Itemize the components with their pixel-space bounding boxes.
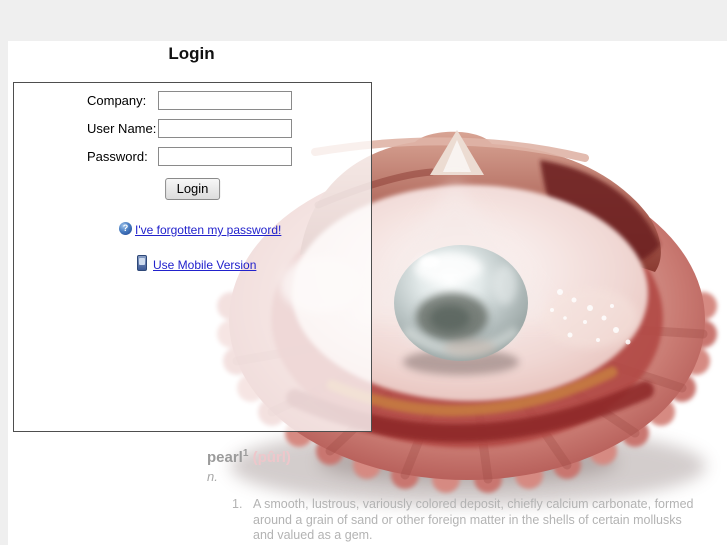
- login-form: Company: User Name: Password: Login ? I'…: [13, 82, 372, 432]
- mobile-phone-screen: [139, 258, 145, 265]
- definition-item: 1. A smooth, lustrous, variously colored…: [232, 497, 694, 542]
- login-button[interactable]: Login: [164, 178, 221, 200]
- username-label: User Name:: [87, 121, 157, 136]
- forgot-password-link[interactable]: I've forgotten my password!: [135, 223, 281, 237]
- dictionary-definition: pearl1 (pûrl) n. 1. A smooth, lustrous, …: [207, 448, 694, 545]
- definition-headword: pearl1 (pûrl): [207, 448, 291, 466]
- page-title: Login: [168, 44, 215, 63]
- password-label: Password:: [87, 149, 148, 164]
- login-page: pearl1 (pûrl) n. 1. A smooth, lustrous, …: [8, 41, 727, 545]
- mobile-phone-icon[interactable]: [137, 255, 147, 271]
- username-input[interactable]: [158, 119, 292, 138]
- company-label: Company:: [87, 93, 147, 108]
- definition-part-of-speech: n.: [207, 469, 218, 484]
- help-icon[interactable]: ?: [119, 222, 132, 235]
- definition-pronunciation: (pûrl): [252, 449, 291, 466]
- definition-list: 1. A smooth, lustrous, variously colored…: [207, 497, 694, 545]
- mobile-version-link[interactable]: Use Mobile Version: [153, 258, 256, 272]
- company-input[interactable]: [158, 91, 292, 110]
- password-input[interactable]: [158, 147, 292, 166]
